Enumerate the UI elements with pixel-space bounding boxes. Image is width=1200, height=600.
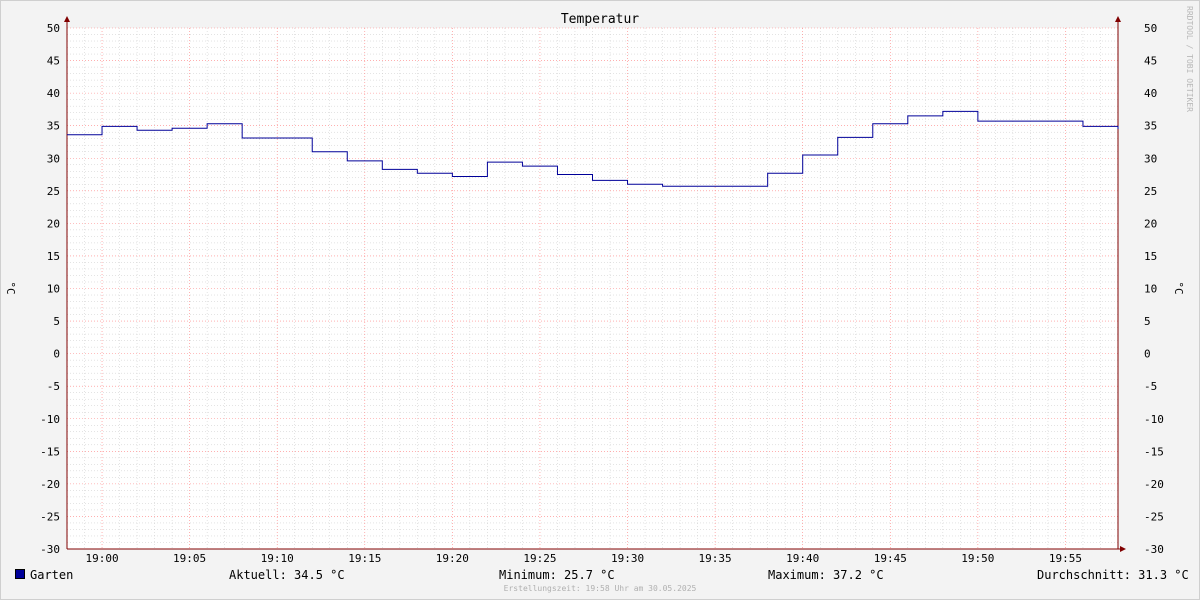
y-tick-label: 25	[1144, 185, 1157, 198]
x-tick-label: 19:05	[173, 552, 206, 565]
y-tick-label: -20	[40, 478, 60, 491]
y-tick-label: 30	[1144, 152, 1157, 165]
y-tick-label: -25	[1144, 510, 1164, 523]
x-tick-label: 19:00	[85, 552, 118, 565]
temperature-chart: 50454035302520151050-5-10-15-20-25-30 50…	[4, 6, 1194, 565]
legend-maximum: Maximum: 37.2 °C	[768, 568, 884, 582]
y-axis-label-left: °C	[4, 281, 17, 294]
x-tick-label: 19:10	[261, 552, 294, 565]
y-tick-label: 5	[53, 315, 60, 328]
y-tick-label: -15	[40, 445, 60, 458]
y-tick-label: 15	[47, 250, 60, 263]
chart-title: Temperatur	[561, 12, 639, 27]
x-tick-labels: 19:00 19:05 19:10 19:15 19:20 19:25 19:30 19:35…	[85, 552, 1082, 565]
y-tick-label: 5	[1144, 315, 1151, 328]
legend-current: Aktuell: 34.5 °C	[229, 568, 345, 582]
legend-swatch-garten	[15, 569, 25, 579]
creation-timestamp: Erstellungszeit: 19:58 Uhr am 30.05.2025	[503, 584, 697, 593]
x-tick-label: 19:45	[874, 552, 907, 565]
y-tick-label: -5	[1144, 380, 1157, 393]
x-tick-label: 19:40	[786, 552, 819, 565]
x-tick-label: 19:15	[348, 552, 381, 565]
x-tick-label: 19:30	[611, 552, 644, 565]
y-tick-label: -30	[1144, 543, 1164, 556]
y-tick-label: -25	[40, 510, 60, 523]
y-tick-label: 45	[47, 55, 60, 68]
y-tick-label: 25	[47, 185, 60, 198]
y-tick-label: 45	[1144, 55, 1157, 68]
y-tick-label: -5	[47, 380, 60, 393]
watermark: RRDTOOL / TOBI OETIKER	[1185, 6, 1194, 112]
x-tick-label: 19:25	[523, 552, 556, 565]
y-tick-label: -30	[40, 543, 60, 556]
y-tick-label: 10	[47, 283, 60, 296]
y-tick-label: 50	[1144, 22, 1157, 35]
y-tick-label: 35	[1144, 120, 1157, 133]
y-tick-label: 0	[53, 348, 60, 361]
y-axis-label-right: °C	[1172, 281, 1185, 294]
y-tick-label: 15	[1144, 250, 1157, 263]
y-tick-label: 40	[47, 87, 60, 100]
y-axis-right-arrow	[1115, 16, 1121, 22]
x-tick-label: 19:35	[699, 552, 732, 565]
y-tick-label: 50	[47, 22, 60, 35]
y-tick-labels-right: 50454035302520151050-5-10-15-20-25-30	[1144, 22, 1164, 556]
x-tick-label: 19:55	[1049, 552, 1082, 565]
x-tick-label: 19:20	[436, 552, 469, 565]
y-tick-label: -10	[1144, 413, 1164, 426]
y-tick-label: 0	[1144, 348, 1151, 361]
legend-average: Durchschnitt: 31.3 °C	[1037, 568, 1189, 582]
x-axis-arrow	[1120, 546, 1126, 552]
y-tick-label: 20	[47, 217, 60, 230]
y-tick-label: 35	[47, 120, 60, 133]
y-tick-label: -20	[1144, 478, 1164, 491]
y-tick-labels-left: 50454035302520151050-5-10-15-20-25-30	[40, 22, 60, 556]
y-tick-label: -15	[1144, 445, 1164, 458]
y-tick-label: 30	[47, 152, 60, 165]
y-tick-label: -10	[40, 413, 60, 426]
legend-minimum: Minimum: 25.7 °C	[499, 568, 615, 582]
y-tick-label: 40	[1144, 87, 1157, 100]
y-tick-label: 20	[1144, 217, 1157, 230]
legend: Garten Aktuell: 34.5 °C Minimum: 25.7 °C…	[0, 567, 1200, 583]
x-tick-label: 19:50	[961, 552, 994, 565]
y-tick-label: 10	[1144, 283, 1157, 296]
legend-series-name: Garten	[30, 568, 74, 582]
y-axis-left-arrow	[64, 16, 70, 22]
